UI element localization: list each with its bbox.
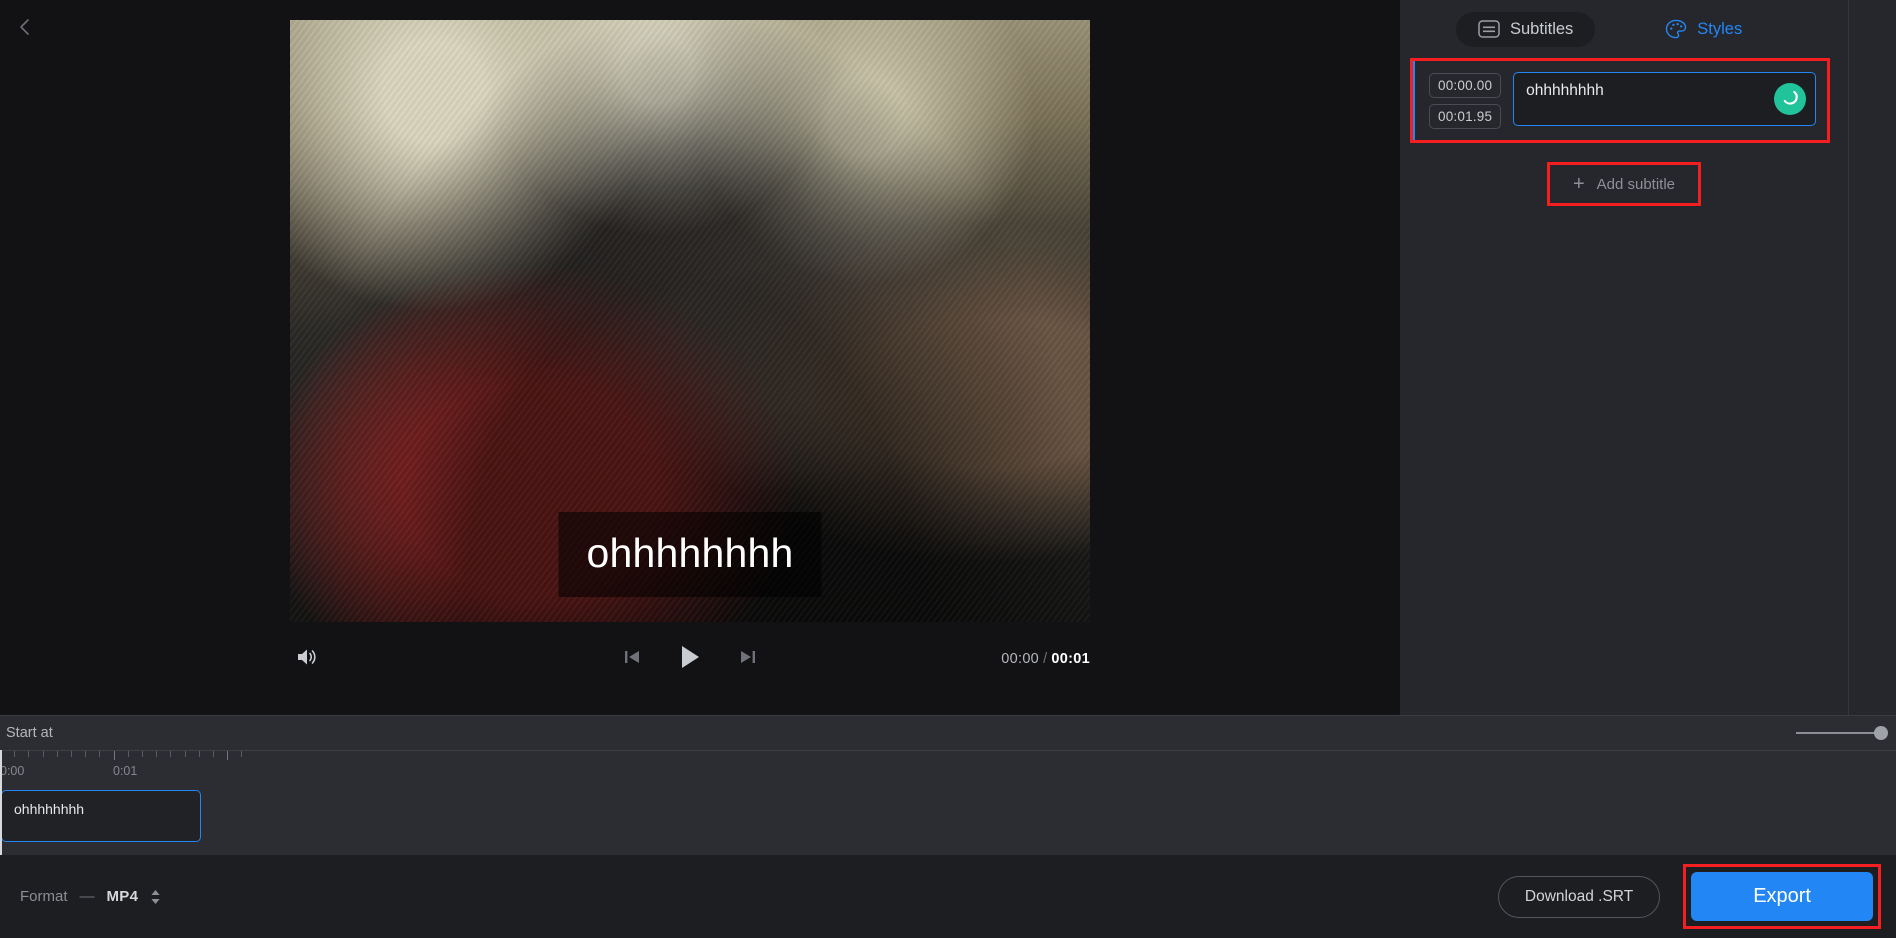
- ruler-tick: [170, 751, 171, 757]
- ruler-tick: [57, 751, 58, 757]
- zoom-slider-track: [1796, 732, 1882, 734]
- total-duration: 00:01: [1051, 651, 1090, 667]
- download-srt-button[interactable]: Download .SRT: [1497, 875, 1661, 918]
- tab-styles-label: Styles: [1697, 19, 1743, 38]
- ruler-tick: [156, 751, 157, 757]
- subtitle-text-value: ohhhhhhhh: [1526, 82, 1604, 99]
- time-separator: /: [1043, 651, 1048, 667]
- ruler-tick: [199, 751, 200, 757]
- subtitle-row[interactable]: 00:00.00 00:01.95 ohhhhhhhh: [1410, 58, 1830, 143]
- ruler-tick: [43, 751, 44, 757]
- ruler-tick: [241, 751, 242, 757]
- time-display: 00:00/00:01: [1001, 651, 1090, 667]
- stepper-up-down-icon[interactable]: [150, 889, 161, 905]
- format-label: Format: [20, 888, 68, 905]
- start-at-label: Start at: [6, 725, 53, 741]
- video-preview[interactable]: ohhhhhhhh: [290, 20, 1090, 622]
- subtitle-end-time[interactable]: 00:01.95: [1429, 104, 1502, 129]
- loading-spinner-button[interactable]: [1774, 83, 1806, 115]
- ruler-tick: [227, 751, 228, 760]
- timeline-header: Start at: [0, 716, 1896, 750]
- timeline: Start at 0:00 0:01 ohhhhhhhh: [0, 715, 1896, 855]
- subtitle-start-time[interactable]: 00:00.00: [1429, 73, 1502, 98]
- timeline-zoom-slider[interactable]: [1796, 726, 1888, 740]
- ruler-tick: [99, 751, 100, 757]
- format-value[interactable]: MP4: [107, 888, 139, 905]
- playhead[interactable]: [0, 750, 2, 855]
- play-button[interactable]: [674, 643, 706, 675]
- ruler-tick: [142, 751, 143, 757]
- tab-subtitles[interactable]: Subtitles: [1456, 11, 1596, 47]
- ruler-tick: [71, 751, 72, 757]
- bottom-bar: Format — MP4 Download .SRT Export: [0, 855, 1896, 938]
- timeline-ruler[interactable]: 0:00 0:01: [0, 750, 1896, 788]
- subtitles-icon: [1478, 20, 1500, 38]
- volume-button[interactable]: [290, 642, 324, 676]
- subtitle-times: 00:00.00 00:01.95: [1429, 72, 1502, 129]
- timeline-clip[interactable]: ohhhhhhhh: [1, 790, 201, 842]
- player-controls: 00:00/00:01: [290, 630, 1090, 688]
- right-rail: [1848, 0, 1896, 715]
- ruler-tick: [14, 751, 15, 757]
- current-time: 00:00: [1001, 651, 1040, 667]
- subtitle-list: 00:00.00 00:01.95 ohhhhhhhh + Add subtit…: [1400, 58, 1848, 206]
- palette-icon: [1665, 19, 1687, 39]
- skip-previous-icon: [622, 647, 642, 672]
- plus-icon: +: [1572, 173, 1585, 195]
- chevron-left-icon: [15, 17, 35, 37]
- skip-next-button[interactable]: [732, 643, 764, 675]
- right-panel: Subtitles Styles 00:00.00 00:01.95 ohhhh…: [1400, 0, 1848, 715]
- format-selector[interactable]: Format — MP4: [20, 888, 161, 905]
- subtitle-editor-app: ohhhhhhhh 00:00 / 00:01 Subtitles Styles…: [0, 0, 1896, 938]
- add-subtitle-button[interactable]: + Add subtitle: [1547, 162, 1701, 206]
- ruler-label-0: 0:00: [0, 764, 25, 778]
- tab-subtitles-label: Subtitles: [1510, 19, 1574, 38]
- ruler-tick: [28, 751, 29, 757]
- ruler-tick: [213, 751, 214, 757]
- add-subtitle-wrap: + Add subtitle: [1410, 162, 1838, 206]
- ruler-tick: [185, 751, 186, 757]
- ruler-tick: [128, 751, 129, 757]
- ruler-tick: [114, 751, 115, 760]
- bottom-actions: Download .SRT Export: [1497, 864, 1896, 929]
- skip-previous-button[interactable]: [616, 643, 648, 675]
- panel-tabs: Subtitles Styles: [1400, 0, 1848, 58]
- loading-spinner-icon: [1780, 87, 1800, 112]
- ruler-label-1: 0:01: [113, 764, 138, 778]
- zoom-slider-thumb[interactable]: [1874, 726, 1888, 740]
- format-dash: —: [79, 888, 95, 905]
- timeline-clip-lane: ohhhhhhhh: [0, 788, 1896, 854]
- transport-controls: [616, 643, 764, 675]
- timeline-clip-label: ohhhhhhhh: [14, 801, 85, 817]
- add-subtitle-label: Add subtitle: [1596, 175, 1676, 193]
- export-button[interactable]: Export: [1691, 872, 1873, 921]
- back-button[interactable]: [4, 6, 46, 48]
- ruler-tick: [85, 751, 86, 757]
- export-button-highlight: Export: [1683, 864, 1881, 929]
- play-icon: [677, 643, 703, 676]
- subtitle-overlay: ohhhhhhhh: [558, 512, 822, 598]
- skip-next-icon: [738, 647, 758, 672]
- subtitle-text-input[interactable]: ohhhhhhhh: [1513, 72, 1816, 126]
- volume-icon: [295, 646, 319, 673]
- tab-styles[interactable]: Styles: [1643, 11, 1764, 47]
- player-area: ohhhhhhhh 00:00 / 00:01: [0, 0, 1400, 715]
